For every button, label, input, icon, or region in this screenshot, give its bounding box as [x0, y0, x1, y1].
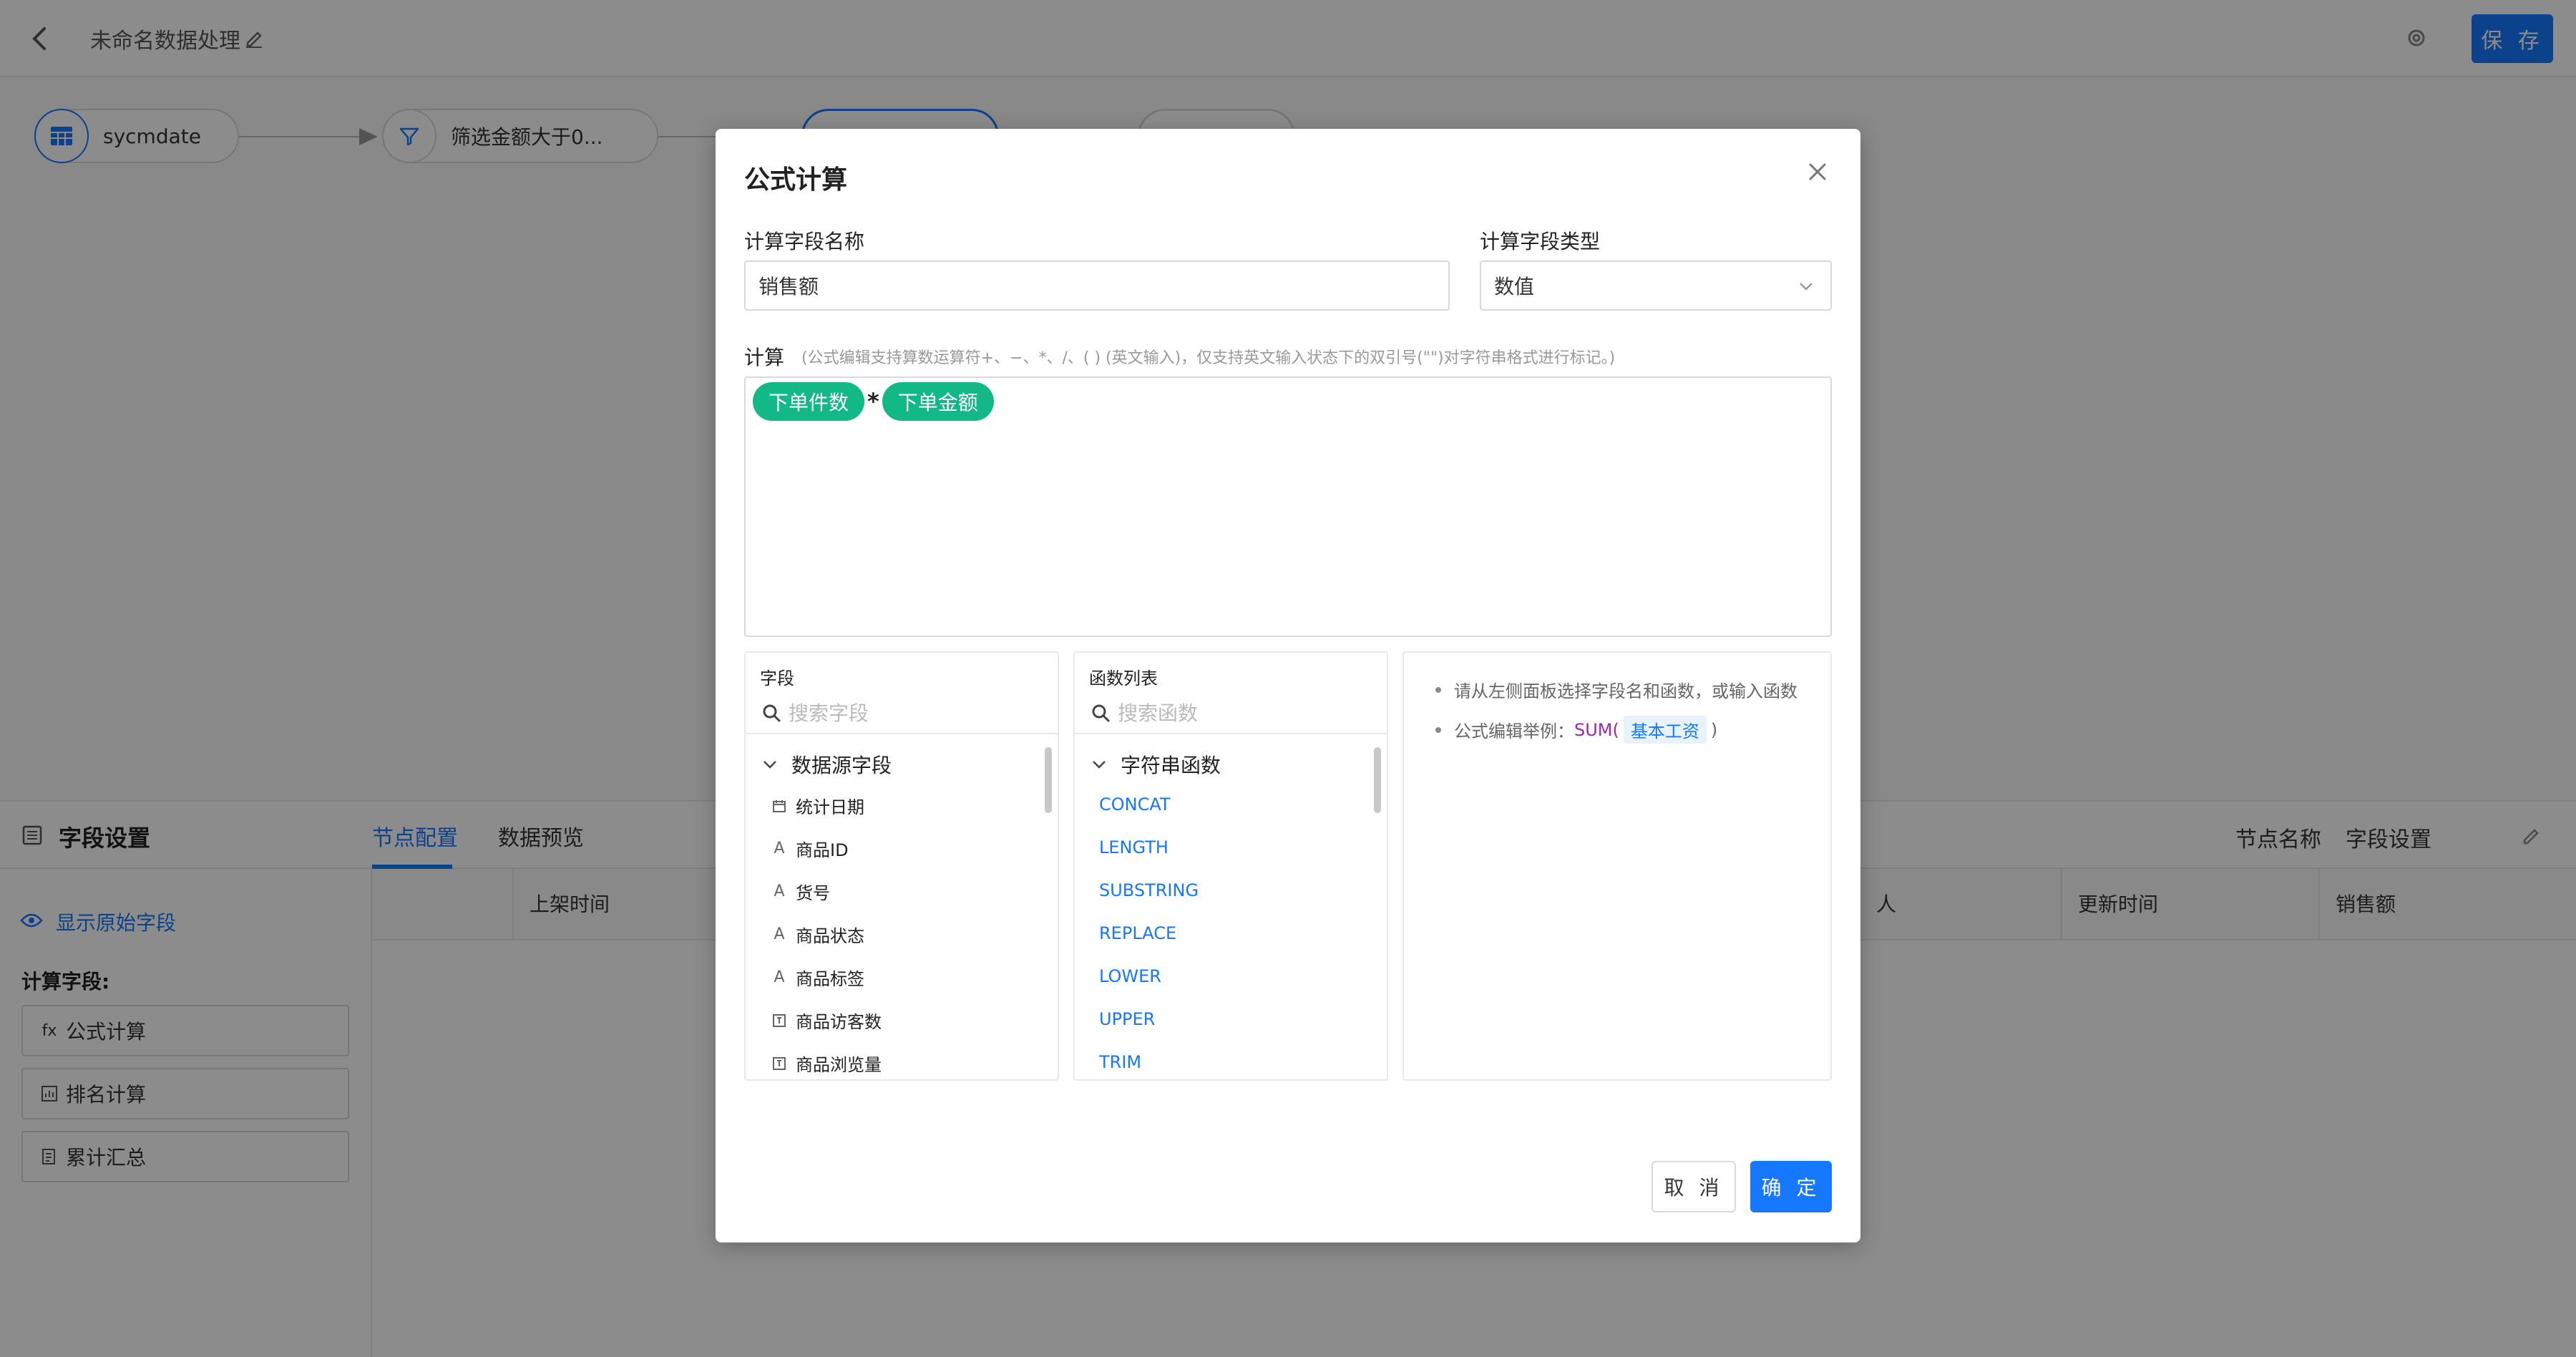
example-suffix: ) [1710, 719, 1718, 740]
field-item[interactable]: A 商品ID [770, 836, 849, 861]
help-panel: 请从左侧面板选择字段名和函数，或输入函数 公式编辑举例： SUM( 基本工资 ) [1402, 651, 1832, 1081]
text-type-icon: A [774, 840, 785, 857]
close-icon[interactable] [1806, 160, 1829, 183]
field-group-header[interactable]: 数据源字段 [761, 750, 892, 779]
field-item[interactable]: A 商品状态 [770, 922, 864, 947]
field-search-input[interactable] [789, 699, 1046, 727]
field-item[interactable]: 商品浏览量 [770, 1051, 882, 1076]
text-type-icon: A [774, 925, 785, 943]
field-item-label: 商品访客数 [796, 1012, 882, 1032]
function-item[interactable]: SUBSTRING [1099, 880, 1199, 900]
text-type-icon: A [774, 968, 785, 986]
function-item[interactable]: CONCAT [1099, 794, 1171, 814]
formula-calc-dialog: 公式计算 计算字段名称 计算字段类型 数值 计算 (公式编辑支持算数运算符+、−… [716, 129, 1860, 1242]
formula-operator: * [867, 388, 879, 415]
bullet-dot [1435, 726, 1441, 733]
field-item-label: 商品标签 [796, 969, 864, 989]
confirm-button[interactable]: 确 定 [1750, 1161, 1832, 1212]
field-item-label: 商品状态 [796, 926, 864, 946]
function-search-input[interactable] [1118, 699, 1375, 727]
fields-panel-title: 字段 [760, 668, 794, 689]
function-group-header[interactable]: 字符串函数 [1091, 750, 1221, 779]
text-type-icon: A [774, 882, 785, 900]
field-item-label: 统计日期 [796, 797, 864, 817]
formula-editor[interactable]: 下单件数 * 下单金额 [744, 376, 1832, 637]
functions-panel-title: 函数列表 [1089, 668, 1158, 689]
field-type-select[interactable]: 数值 [1480, 261, 1832, 311]
field-search [746, 694, 1058, 734]
function-item[interactable]: LENGTH [1099, 837, 1169, 857]
field-group-label: 数据源字段 [791, 754, 892, 777]
help-example: 公式编辑举例： SUM( 基本工资 ) [1435, 716, 1717, 744]
field-item[interactable]: A 商品标签 [770, 965, 864, 990]
cancel-button[interactable]: 取 消 [1652, 1161, 1736, 1212]
help-example-prefix: 公式编辑举例： [1454, 721, 1574, 741]
field-item[interactable]: 商品访客数 [770, 1008, 882, 1033]
function-item[interactable]: LOWER [1099, 966, 1161, 986]
bullet-dot [1435, 686, 1441, 693]
field-item-label: 商品浏览量 [796, 1055, 882, 1075]
field-item[interactable]: 统计日期 [770, 793, 864, 818]
fields-scrollbar[interactable] [1045, 747, 1052, 813]
number-type-icon [770, 1054, 789, 1073]
calc-label: 计算 [744, 346, 785, 369]
example-function: SUM( [1574, 719, 1619, 740]
chevron-down-icon [763, 761, 776, 769]
functions-scrollbar[interactable] [1374, 747, 1381, 813]
field-item-label: 商品ID [796, 840, 849, 860]
search-icon [763, 704, 781, 722]
function-item[interactable]: REPLACE [1099, 923, 1176, 943]
chevron-down-icon [1093, 761, 1106, 769]
example-field-chip: 基本工资 [1623, 716, 1707, 744]
field-type-label: 计算字段类型 [1480, 230, 1601, 253]
chevron-down-icon [1800, 283, 1813, 291]
function-item[interactable]: UPPER [1099, 1009, 1155, 1029]
formula-field-chip[interactable]: 下单件数 [753, 382, 865, 421]
field-name-input[interactable] [744, 261, 1450, 311]
calendar-icon [770, 797, 789, 815]
dialog-title: 公式计算 [744, 165, 848, 195]
field-item-label: 货号 [796, 883, 830, 903]
function-group-label: 字符串函数 [1121, 754, 1221, 777]
calc-hint-text: (公式编辑支持算数运算符+、−、*、/、( ) (英文输入)，仅支持英文输入状态… [801, 349, 1616, 367]
field-name-label: 计算字段名称 [744, 230, 865, 253]
formula-field-chip[interactable]: 下单金额 [882, 382, 994, 421]
field-type-value: 数值 [1494, 275, 1535, 298]
help-text: 请从左侧面板选择字段名和函数，或输入函数 [1454, 681, 1797, 701]
help-line: 请从左侧面板选择字段名和函数，或输入函数 [1435, 677, 1797, 702]
fields-panel: 字段 数据源字段 统计日期 A 商品ID A 货号 A 商品状态 A 商品标签 [744, 651, 1059, 1081]
search-icon [1092, 704, 1110, 722]
field-item[interactable]: A 货号 [770, 879, 830, 904]
function-search [1075, 694, 1387, 734]
functions-panel: 函数列表 字符串函数 CONCAT LENGTH SUBSTRING REPLA… [1073, 651, 1388, 1081]
function-item[interactable]: TRIM [1099, 1052, 1141, 1072]
number-type-icon [770, 1011, 789, 1030]
formula-content: 下单件数 * 下单金额 [753, 382, 994, 421]
